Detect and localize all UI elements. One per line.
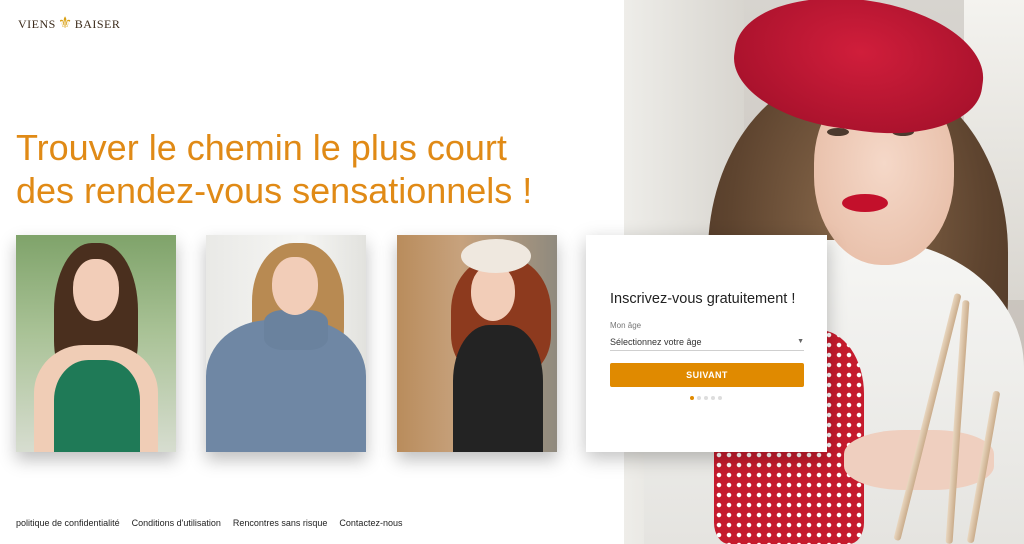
caret-down-icon: ▼ [797,338,804,345]
profile-photo-2 [206,235,366,452]
hero-lips [842,194,888,212]
age-select[interactable]: Sélectionnez votre âge ▼ [610,333,804,351]
profile-photo-3 [397,235,557,452]
footer-links: politique de confidentialité Conditions … [16,518,402,528]
signup-form: Inscrivez-vous gratuitement ! Mon âge Sé… [586,235,827,452]
next-button[interactable]: SUIVANT [610,363,804,387]
step-dot [690,396,694,400]
logo-text-left: VIENS [18,16,56,31]
footer-link-privacy[interactable]: politique de confidentialité [16,518,120,528]
signup-title: Inscrivez-vous gratuitement ! [610,291,796,307]
headline-line-1: Trouver le chemin le plus court [16,127,507,168]
fleur-de-lis-icon: ⚜ [57,15,73,32]
page-headline: Trouver le chemin le plus court des rend… [16,126,616,212]
footer-link-contact[interactable]: Contactez-nous [339,518,402,528]
step-indicator [690,396,722,400]
step-dot [718,396,722,400]
profile-photo-1 [16,235,176,452]
step-dot [711,396,715,400]
footer-link-safe-dating[interactable]: Rencontres sans risque [233,518,328,528]
step-dot [697,396,701,400]
hero-eye [827,128,849,136]
age-label: Mon âge [610,321,642,330]
step-dot [704,396,708,400]
age-select-value: Sélectionnez votre âge [610,336,702,347]
site-logo[interactable]: VIENS ⚜ BAISER [18,16,120,32]
headline-line-2: des rendez-vous sensationnels ! [16,170,533,211]
logo-text-right: BAISER [74,16,121,31]
footer-link-terms[interactable]: Conditions d'utilisation [132,518,221,528]
